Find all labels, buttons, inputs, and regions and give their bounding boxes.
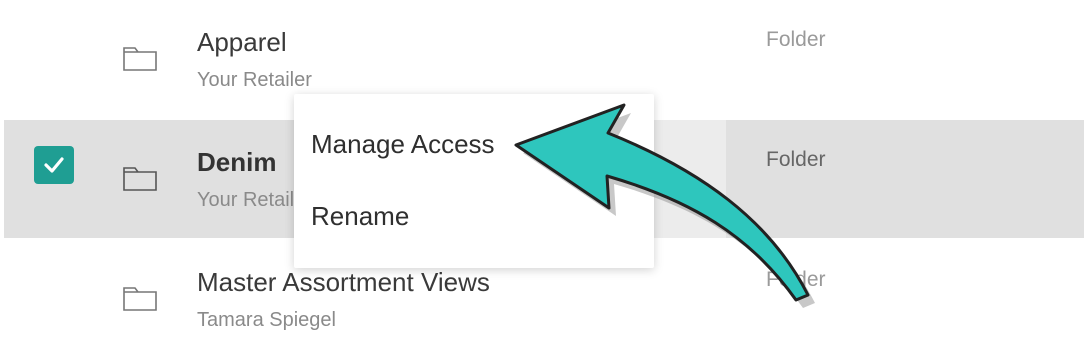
curved-arrow-icon (514, 103, 815, 308)
